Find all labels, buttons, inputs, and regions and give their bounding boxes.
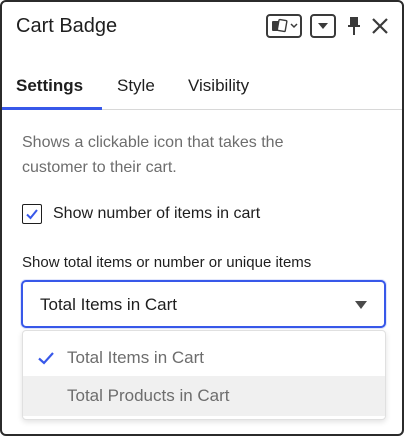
panel-header: Cart Badge xyxy=(2,2,402,56)
show-count-label: Show number of items in cart xyxy=(53,205,261,222)
show-count-checkbox[interactable] xyxy=(22,204,42,224)
selected-check-icon xyxy=(38,352,54,365)
option-total-items[interactable]: Total Items in Cart xyxy=(23,338,385,378)
count-type-label: Show total items or number or unique ite… xyxy=(22,254,312,271)
chevron-down-icon xyxy=(318,23,328,29)
option-label: Total Items in Cart xyxy=(67,348,204,367)
active-tab-indicator xyxy=(2,107,102,110)
tab-style[interactable]: Style xyxy=(117,76,155,96)
caret-down-icon xyxy=(355,301,367,309)
panel-title: Cart Badge xyxy=(16,15,118,37)
tab-settings[interactable]: Settings xyxy=(16,76,83,96)
option-total-products[interactable]: Total Products in Cart xyxy=(23,376,385,416)
cards-menu-button[interactable] xyxy=(266,14,302,38)
option-label: Total Products in Cart xyxy=(67,386,230,405)
tab-visibility[interactable]: Visibility xyxy=(188,76,249,96)
close-icon[interactable] xyxy=(370,15,390,37)
panel-tabs: Settings Style Visibility xyxy=(2,64,402,110)
block-settings-panel: Cart Badge Settings Style Visibility Sho… xyxy=(0,0,404,436)
pin-icon[interactable] xyxy=(346,14,362,38)
block-description: Shows a clickable icon that takes the cu… xyxy=(22,134,284,176)
cards-icon xyxy=(272,18,298,33)
count-type-value: Total Items in Cart xyxy=(40,295,177,314)
checkmark-icon xyxy=(26,209,38,220)
collapse-button[interactable] xyxy=(310,14,336,38)
count-type-select[interactable]: Total Items in Cart xyxy=(21,280,386,328)
count-type-dropdown: Total Items in Cart Total Products in Ca… xyxy=(22,330,386,420)
show-count-row[interactable]: Show number of items in cart xyxy=(22,203,260,225)
